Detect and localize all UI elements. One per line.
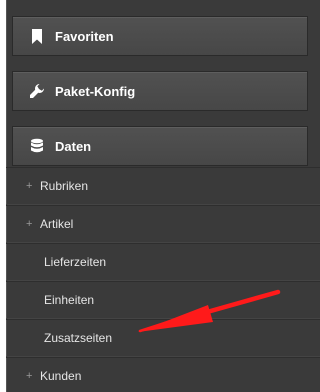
menu-item-zusatzseiten[interactable]: Zusatzseiten bbox=[6, 319, 320, 357]
menu-item-kunden[interactable]: + Kunden bbox=[6, 357, 320, 392]
menu-item-artikel[interactable]: + Artikel bbox=[6, 205, 320, 243]
menu-item-lieferzeiten[interactable]: Lieferzeiten bbox=[6, 243, 320, 281]
expand-plus-icon[interactable]: + bbox=[26, 218, 34, 230]
expand-plus-icon[interactable]: + bbox=[26, 180, 34, 192]
section-daten[interactable]: Daten bbox=[12, 126, 308, 166]
menu-item-label: Artikel bbox=[40, 217, 74, 231]
menu-item-label: Rubriken bbox=[40, 179, 89, 193]
menu-item-einheiten[interactable]: Einheiten bbox=[6, 281, 320, 319]
section-label: Favoriten bbox=[55, 28, 114, 44]
section-favoriten[interactable]: Favoriten bbox=[12, 16, 308, 56]
menu-item-label: Kunden bbox=[40, 369, 82, 383]
menu-item-rubriken[interactable]: + Rubriken bbox=[6, 167, 320, 205]
menu-item-label: Einheiten bbox=[44, 293, 95, 307]
section-label: Paket-Konfig bbox=[55, 83, 136, 99]
menu-item-label: Zusatzseiten bbox=[44, 331, 113, 345]
menu-item-label: Lieferzeiten bbox=[44, 255, 107, 269]
database-icon bbox=[29, 138, 45, 154]
bookmark-icon bbox=[29, 28, 45, 44]
wrench-icon bbox=[29, 83, 45, 99]
section-paket-konfig[interactable]: Paket-Konfig bbox=[12, 71, 308, 111]
expand-plus-icon[interactable]: + bbox=[26, 370, 34, 382]
section-label: Daten bbox=[55, 138, 92, 154]
